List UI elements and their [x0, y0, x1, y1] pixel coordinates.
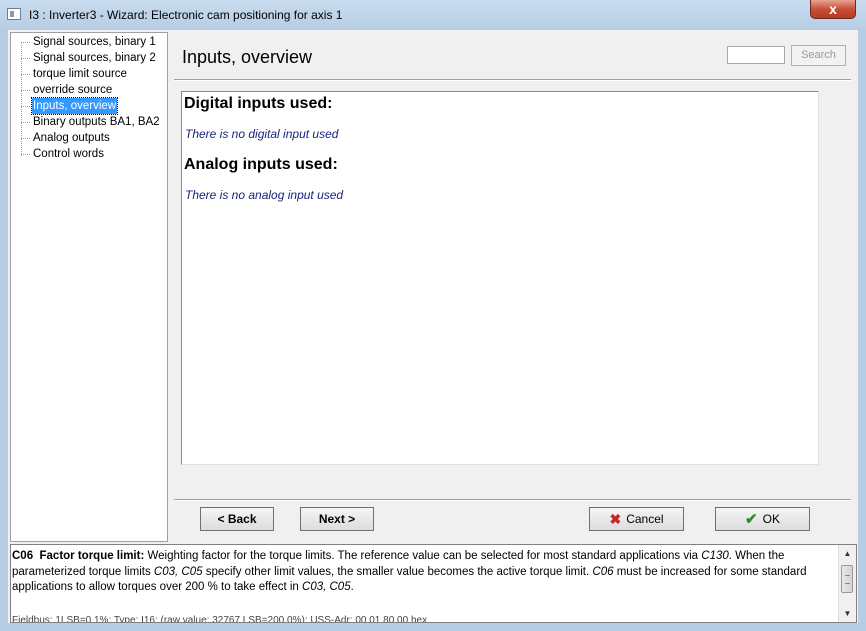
wizard-window: I3 : Inverter3 - Wizard: Electronic cam … — [0, 0, 866, 631]
scroll-thumb[interactable] — [841, 565, 853, 593]
tree-connector — [21, 42, 30, 43]
search-button[interactable]: Search — [791, 45, 846, 66]
help-text: C06 Factor torque limit: Weighting facto… — [12, 549, 834, 596]
inputs-overview-content: Digital inputs used: There is no digital… — [181, 91, 819, 465]
tree-connector — [21, 90, 30, 91]
parameter-help-pane[interactable]: C06 Factor torque limit: Weighting facto… — [10, 544, 857, 623]
search-input[interactable] — [727, 46, 785, 64]
tree-connector — [21, 154, 30, 155]
digital-inputs-heading: Digital inputs used: — [184, 95, 333, 112]
help-ref: C03, C05 — [153, 565, 203, 578]
tree-connector — [21, 74, 30, 75]
tree-connector — [21, 58, 30, 59]
title-bar[interactable]: I3 : Inverter3 - Wizard: Electronic cam … — [0, 0, 866, 30]
analog-inputs-text: There is no analog input used — [185, 188, 344, 202]
app-icon — [7, 8, 21, 20]
tree-connector — [21, 106, 30, 107]
back-button[interactable]: < Back — [200, 507, 274, 531]
help-scrollbar[interactable]: ▲ ▼ — [838, 545, 856, 622]
ok-check-icon: ✔ — [745, 511, 758, 528]
tree-item-label: Analog outputs — [33, 132, 110, 144]
tree-connector — [21, 138, 30, 139]
wizard-client-area: Signal sources, binary 1 Signal sources,… — [8, 30, 858, 623]
close-button[interactable]: x — [810, 0, 856, 19]
header-divider — [174, 79, 851, 81]
digital-inputs-text: There is no digital input used — [185, 127, 339, 141]
cancel-x-icon: ✖ — [609, 511, 622, 527]
cancel-label: Cancel — [626, 512, 664, 526]
help-ref: C130 — [701, 550, 729, 562]
cancel-button[interactable]: ✖ Cancel — [589, 507, 684, 531]
tree-connector — [21, 122, 30, 123]
tree-item-label: Signal sources, binary 1 — [33, 36, 156, 48]
page-title: Inputs, overview — [182, 47, 313, 67]
tree-item-label-selected: Inputs, overview — [30, 97, 119, 115]
ok-button[interactable]: ✔ OK — [715, 507, 810, 531]
footer-divider — [174, 499, 851, 501]
tree-item-label: torque limit source — [33, 68, 127, 80]
tree-item-label: Signal sources, binary 2 — [33, 52, 156, 64]
help-param-heading: Factor torque limit: — [39, 550, 145, 562]
help-fieldbus-info: Fieldbus: 1LSB=0.1%; Type: I16; (raw val… — [12, 615, 428, 623]
help-param-code: C06 — [12, 550, 34, 562]
tree-item-label: Binary outputs BA1, BA2 — [33, 116, 160, 128]
help-text-part: Weighting factor for the torque limits. … — [144, 550, 702, 562]
ok-label: OK — [762, 512, 780, 526]
close-icon: x — [829, 1, 837, 17]
scroll-down-arrow-icon[interactable]: ▼ — [839, 605, 856, 622]
next-button[interactable]: Next > — [300, 507, 374, 531]
tree-item-label: Control words — [33, 148, 104, 160]
navigation-tree: Signal sources, binary 1 Signal sources,… — [10, 32, 168, 542]
help-ref: C06 — [592, 565, 614, 578]
help-text-part: . — [350, 581, 354, 593]
scroll-up-arrow-icon[interactable]: ▲ — [839, 545, 856, 562]
help-ref: C03, C05 — [302, 581, 351, 593]
tree-item-label: override source — [33, 84, 113, 96]
help-text-part: specify other limit values, the smaller … — [202, 565, 593, 578]
window-title: I3 : Inverter3 - Wizard: Electronic cam … — [29, 8, 343, 22]
analog-inputs-heading: Analog inputs used: — [184, 156, 338, 173]
